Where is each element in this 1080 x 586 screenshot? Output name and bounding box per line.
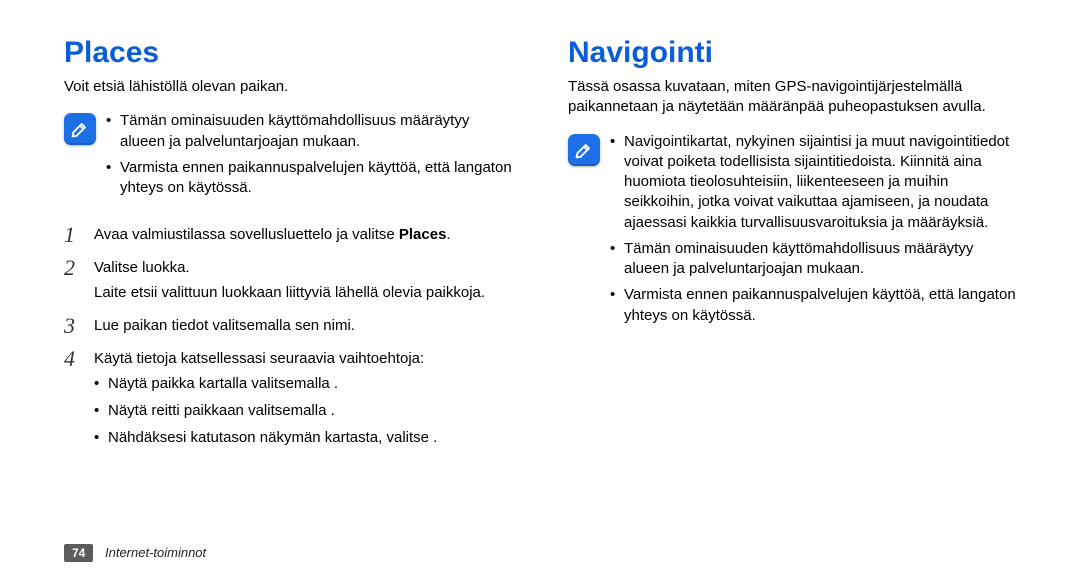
navigointi-note-list: Navigointikartat, nykyinen sijaintisi ja… [610, 132, 1016, 332]
step-3: 3 Lue paikan tiedot valitsemalla sen nim… [64, 315, 512, 336]
step-text: Laite etsii valittuun luokkaan liittyviä… [94, 282, 512, 303]
sub-item: Näytä paikka kartalla valitsemalla . [94, 373, 512, 394]
step-2: 2 Valitse luokka. Laite etsii valittuun … [64, 257, 512, 303]
page: Places Voit etsiä lähistöllä olevan paik… [0, 0, 1080, 586]
footer-section: Internet-toiminnot [105, 545, 206, 560]
note-icon [568, 134, 600, 166]
navigointi-heading: Navigointi [568, 36, 1016, 69]
places-heading: Places [64, 36, 512, 69]
note-item: Tämän ominaisuuden käyttömahdollisuus mä… [106, 111, 512, 152]
left-column: Places Voit etsiä lähistöllä olevan paik… [64, 36, 540, 566]
step-text: Avaa valmiustilassa sovellusluettelo ja … [94, 224, 512, 245]
places-steps: 1 Avaa valmiustilassa sovellusluettelo j… [64, 224, 512, 460]
step-1: 1 Avaa valmiustilassa sovellusluettelo j… [64, 224, 512, 245]
note-item: Varmista ennen paikannuspalvelujen käytt… [106, 158, 512, 199]
step-number: 2 [64, 253, 88, 284]
step-body: Valitse luokka. Laite etsii valittuun lu… [94, 257, 512, 303]
step-number: 3 [64, 311, 88, 342]
right-column: Navigointi Tässä osassa kuvataan, miten … [540, 36, 1016, 566]
step-text: Lue paikan tiedot valitsemalla sen nimi. [94, 315, 512, 336]
step-text: Valitse luokka. [94, 257, 512, 278]
step-body: Avaa valmiustilassa sovellusluettelo ja … [94, 224, 512, 245]
note-item: Navigointikartat, nykyinen sijaintisi ja… [610, 132, 1016, 233]
step-4: 4 Käytä tietoja katsellessasi seuraavia … [64, 348, 512, 448]
step-body: Lue paikan tiedot valitsemalla sen nimi. [94, 315, 512, 336]
step-number: 1 [64, 220, 88, 251]
places-note: Tämän ominaisuuden käyttömahdollisuus mä… [64, 111, 512, 204]
places-note-list: Tämän ominaisuuden käyttömahdollisuus mä… [106, 111, 512, 204]
sub-item: Nähdäksesi katutason näkymän kartasta, v… [94, 427, 512, 448]
step-sublist: Näytä paikka kartalla valitsemalla . Näy… [94, 373, 512, 448]
step-text: Käytä tietoja katsellessasi seuraavia va… [94, 348, 512, 369]
page-footer: 74 Internet-toiminnot [64, 544, 206, 562]
page-number: 74 [64, 544, 93, 562]
places-intro: Voit etsiä lähistöllä olevan paikan. [64, 77, 512, 97]
note-item: Varmista ennen paikannuspalvelujen käytt… [610, 285, 1016, 326]
note-item: Tämän ominaisuuden käyttömahdollisuus mä… [610, 239, 1016, 280]
note-icon [64, 113, 96, 145]
sub-item: Näytä reitti paikkaan valitsemalla . [94, 400, 512, 421]
step-body: Käytä tietoja katsellessasi seuraavia va… [94, 348, 512, 448]
navigointi-intro: Tässä osassa kuvataan, miten GPS-navigoi… [568, 77, 1016, 118]
navigointi-note: Navigointikartat, nykyinen sijaintisi ja… [568, 132, 1016, 332]
step-number: 4 [64, 344, 88, 375]
